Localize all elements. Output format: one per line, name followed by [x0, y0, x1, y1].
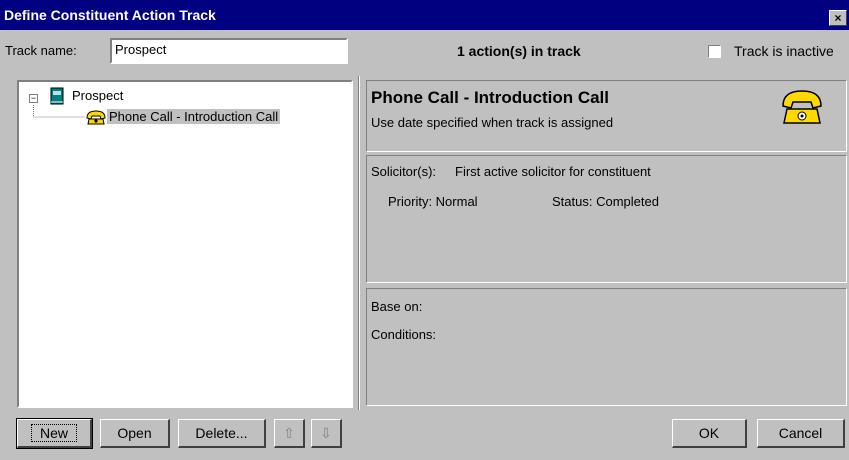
move-down-button[interactable]: ⇩ [311, 419, 342, 448]
actions-count-text: 1 action(s) in track [457, 43, 581, 59]
minus-icon: − [30, 93, 37, 103]
priority-text: Priority: Normal [388, 194, 478, 209]
open-button[interactable]: Open [100, 419, 170, 448]
tree-child-label: Phone Call - Introduction Call [107, 109, 281, 124]
tree-root-label: Prospect [72, 88, 124, 103]
dialog-window: Define Constituent Action Track × Track … [0, 0, 849, 460]
ok-button[interactable]: OK [672, 419, 747, 448]
phone-icon [782, 90, 822, 124]
track-inactive-checkbox[interactable] [708, 45, 721, 58]
track-name-label: Track name: [5, 43, 77, 58]
tree-expander[interactable]: − [29, 94, 38, 103]
ok-button-label: OK [698, 425, 720, 441]
move-up-button[interactable]: ⇧ [274, 419, 305, 448]
action-header-panel: Phone Call - Introduction Call Use date … [366, 80, 847, 152]
arrow-down-icon: ⇩ [320, 425, 332, 441]
solicitor-value: First active solicitor for constituent [455, 164, 651, 179]
delete-button-label: Delete... [195, 425, 248, 441]
new-button-label: New [30, 424, 77, 442]
base-on-label: Base on: [371, 299, 423, 314]
pane-splitter[interactable] [358, 76, 360, 410]
close-icon: × [834, 11, 842, 25]
delete-button[interactable]: Delete... [178, 419, 266, 448]
track-name-input[interactable]: Prospect [110, 38, 348, 64]
status-text: Status: Completed [552, 194, 659, 209]
tree-connector-lines [33, 105, 85, 118]
book-icon [50, 87, 64, 105]
cancel-button[interactable]: Cancel [757, 419, 845, 448]
close-button[interactable]: × [829, 10, 847, 26]
solicitor-label: Solicitor(s): [371, 164, 437, 179]
tree-child-item[interactable]: Phone Call - Introduction Call [107, 109, 281, 124]
action-tree[interactable]: − Prospect Phone Call - Introduction Cal… [17, 80, 353, 408]
action-details-panel: Solicitor(s): First active solicitor for… [366, 155, 847, 283]
arrow-up-icon: ⇧ [283, 425, 295, 441]
action-date-text: Use date specified when track is assigne… [371, 115, 614, 130]
track-name-value: Prospect [115, 42, 167, 57]
title-bar[interactable]: Define Constituent Action Track × [0, 0, 849, 30]
conditions-label: Conditions: [371, 327, 437, 342]
tree-root-item[interactable]: Prospect [72, 88, 123, 103]
window-title: Define Constituent Action Track [4, 7, 216, 23]
cancel-button-label: Cancel [778, 425, 823, 441]
phone-icon [86, 110, 106, 125]
track-inactive-label[interactable]: Track is inactive [734, 43, 834, 59]
action-title: Phone Call - Introduction Call [371, 88, 609, 107]
base-conditions-panel: Base on: Conditions: [366, 288, 847, 406]
new-button[interactable]: New [16, 418, 93, 449]
open-button-label: Open [117, 425, 152, 441]
